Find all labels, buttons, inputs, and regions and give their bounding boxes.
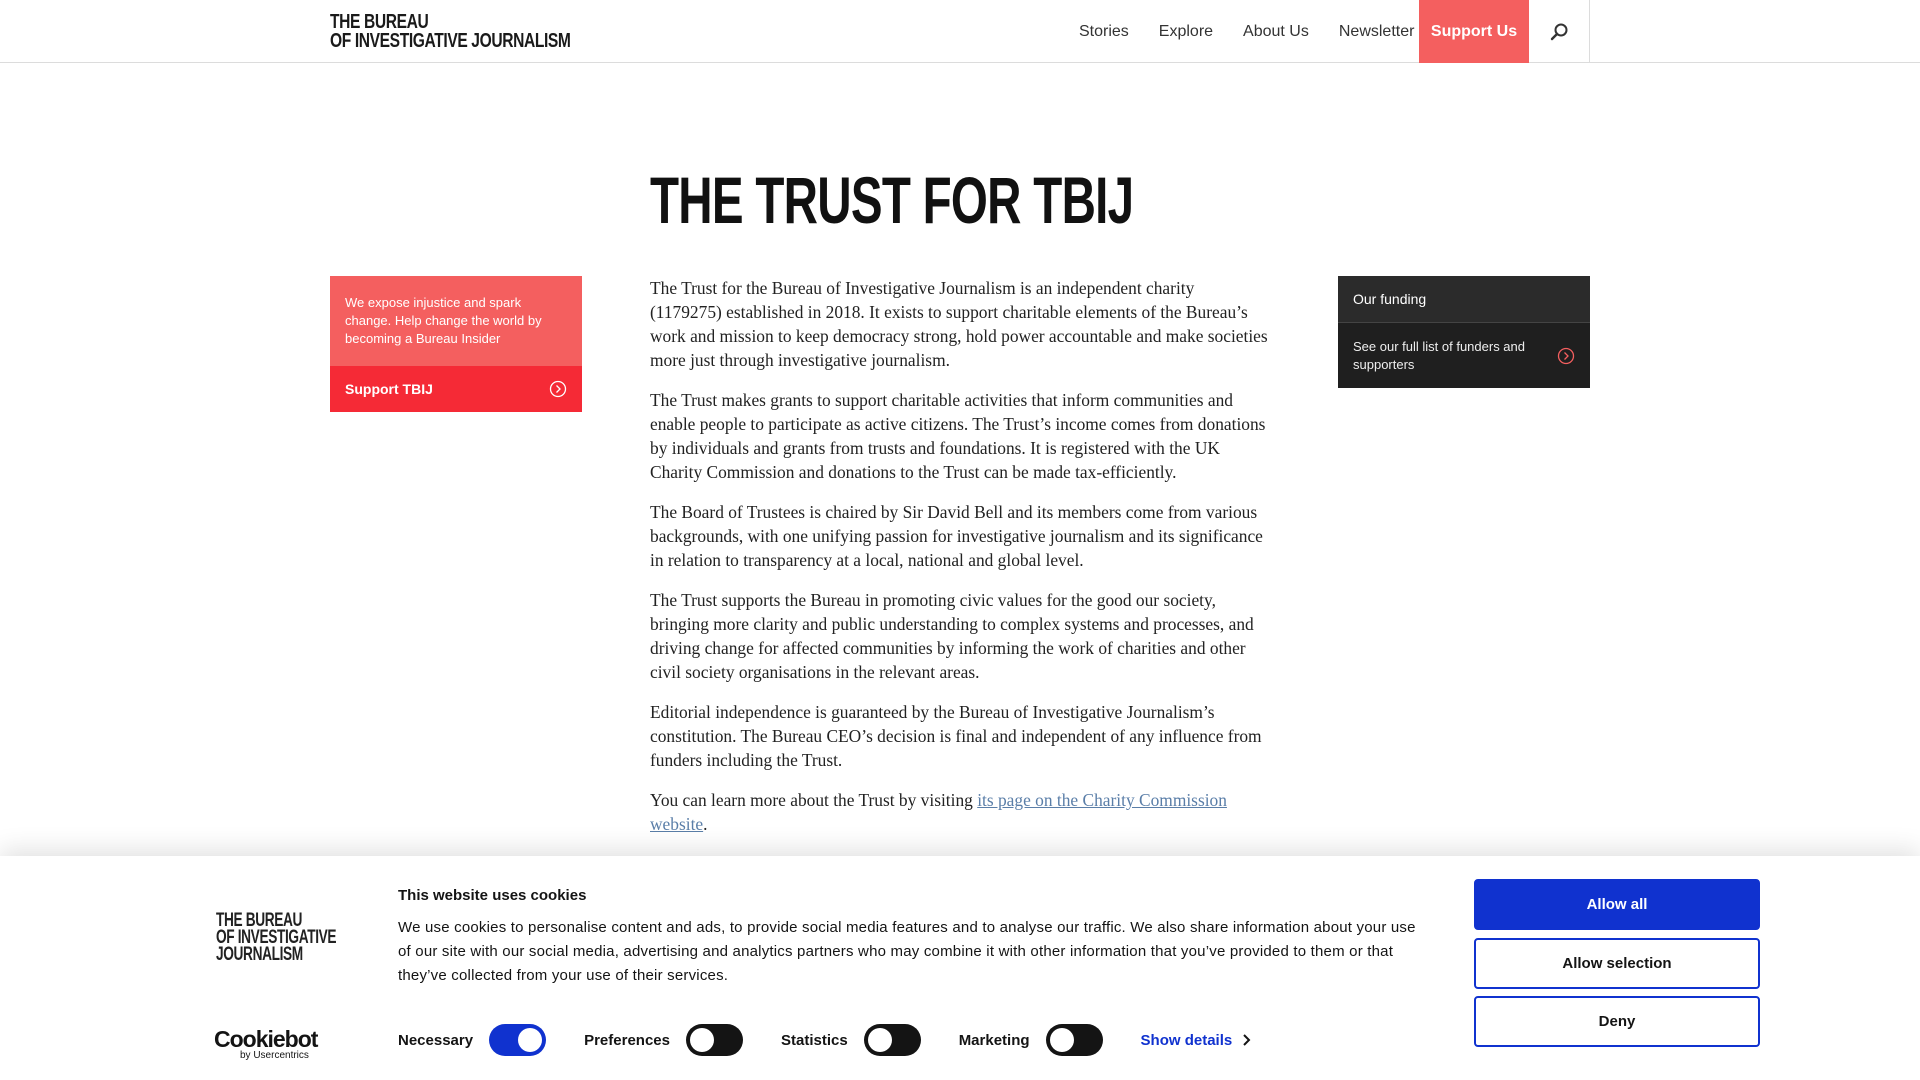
article-paragraph: You can learn more about the Trust by vi… (650, 788, 1270, 836)
funding-heading: Our funding (1338, 276, 1590, 323)
support-promo: We expose injustice and spark change. He… (330, 276, 582, 412)
cookie-title: This website uses cookies (398, 887, 587, 904)
article-paragraph: The Trust makes grants to support charit… (650, 390, 1266, 482)
allow-all-button[interactable]: Allow all (1474, 879, 1760, 930)
toggle-knob (1049, 1028, 1074, 1052)
support-tbij-label: Support TBIJ (345, 381, 433, 397)
page-title: THE TRUST FOR TBIJ (650, 163, 1134, 237)
cookiebot-brand: Cookiebot (214, 1026, 318, 1052)
cookie-logo-line-3: JOURNALISM (216, 944, 303, 965)
consent-label: Marketing (958, 1031, 1030, 1049)
consent-statistics: Statistics (781, 1024, 959, 1056)
consent-label: Statistics (780, 1031, 848, 1049)
article-paragraph: The Board of Trustees is chaired by Sir … (650, 502, 1263, 570)
article-paragraph: Editorial independence is guaranteed by … (650, 702, 1262, 770)
consent-preferences: Preferences (584, 1024, 781, 1056)
consent-label: Preferences (584, 1031, 670, 1049)
circle-chevron-right-icon (1557, 347, 1575, 364)
cookiebot-brand-sub: by Usercentrics (240, 1050, 309, 1061)
main-nav: Stories Explore About Us Newsletter (1064, 0, 1429, 63)
funders-list-link[interactable]: See our full list of funders and support… (1338, 323, 1590, 388)
support-tbij-button[interactable]: Support TBIJ (330, 366, 582, 412)
marketing-toggle[interactable] (1045, 1024, 1103, 1056)
show-details-link[interactable]: Show details (1141, 1032, 1253, 1049)
statistics-toggle[interactable] (863, 1024, 921, 1056)
nav-newsletter[interactable]: Newsletter (1339, 23, 1415, 41)
deny-button[interactable]: Deny (1474, 996, 1760, 1047)
promo-text: We expose injustice and spark change. He… (330, 276, 582, 366)
preferences-toggle[interactable] (685, 1024, 743, 1056)
article-text: . (703, 814, 708, 834)
search-button[interactable] (1529, 0, 1590, 63)
consent-marketing: Marketing (959, 1024, 1141, 1056)
site-logo[interactable]: THE BUREAU OF INVESTIGATIVE JOURNALISM (330, 12, 571, 52)
nav-explore[interactable]: Explore (1159, 23, 1213, 41)
consent-necessary: Necessary (398, 1024, 584, 1056)
nav-about-us[interactable]: About Us (1243, 23, 1309, 41)
allow-selection-button[interactable]: Allow selection (1474, 938, 1760, 989)
funding-box: Our funding See our full list of funders… (1338, 276, 1590, 388)
article-text: You can learn more about the Trust by vi… (650, 790, 978, 810)
toggle-knob (867, 1028, 892, 1052)
consent-label: Necessary (398, 1031, 474, 1049)
funders-list-label: See our full list of funders and support… (1353, 338, 1525, 372)
support-us-button[interactable]: Support Us (1419, 0, 1529, 63)
necessary-toggle[interactable] (489, 1024, 547, 1056)
cookiebot-logo[interactable]: Cookiebot by Usercentrics (214, 1026, 318, 1061)
search-icon (1550, 23, 1568, 40)
article-body: The Trust for the Bureau of Investigativ… (650, 276, 1270, 852)
cookie-description: We use cookies to personalise content an… (398, 919, 1416, 984)
logo-line-2: OF INVESTIGATIVE JOURNALISM (330, 30, 571, 52)
chevron-right-icon (1243, 1034, 1251, 1046)
consent-toggles: Necessary Preferences Statistics Marketi… (398, 1024, 1252, 1056)
site-header: THE BUREAU OF INVESTIGATIVE JOURNALISM S… (0, 0, 1920, 63)
show-details-label: Show details (1140, 1031, 1233, 1049)
toggle-knob (518, 1028, 543, 1052)
circle-chevron-right-icon (549, 380, 567, 398)
article-paragraph: The Trust for the Bureau of Investigativ… (650, 278, 1268, 370)
nav-stories[interactable]: Stories (1079, 23, 1129, 41)
article-paragraph: The Trust supports the Bureau in promoti… (650, 590, 1254, 682)
cookie-banner-logo: THE BUREAU OF INVESTIGATIVE JOURNALISM (216, 911, 337, 965)
toggle-knob (689, 1028, 714, 1052)
